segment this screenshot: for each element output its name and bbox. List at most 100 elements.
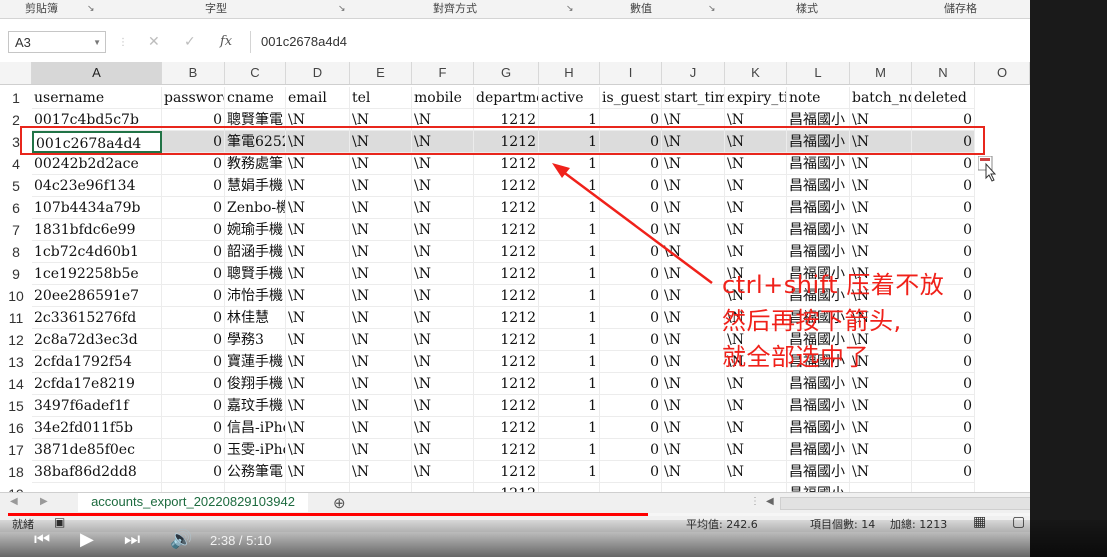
cell-j18[interactable]: \N [662, 461, 725, 483]
cell-i3[interactable]: 0 [600, 131, 662, 153]
cell-i2[interactable]: 0 [600, 109, 662, 131]
cell-f16[interactable]: \N [412, 417, 474, 439]
cell-c14[interactable]: 俊翔手機 [225, 373, 286, 395]
column-header-o[interactable]: O [975, 62, 1030, 84]
cell-k8[interactable]: \N [725, 241, 787, 263]
cell-f15[interactable]: \N [412, 395, 474, 417]
cell-j16[interactable]: \N [662, 417, 725, 439]
cell-n4[interactable]: 0 [912, 153, 975, 175]
cell-d17[interactable]: \N [286, 439, 350, 461]
cell-h13[interactable]: 1 [539, 351, 600, 373]
cell-b16[interactable]: 0 [162, 417, 225, 439]
row-header[interactable]: 10 [0, 285, 32, 307]
cell-k18[interactable]: \N [725, 461, 787, 483]
cell-g5[interactable]: 1212 [474, 175, 539, 197]
cell-a16[interactable]: 34e2fd011f5b [32, 417, 162, 439]
cell-k5[interactable]: \N [725, 175, 787, 197]
cell-i9[interactable]: 0 [600, 263, 662, 285]
cell-a18[interactable]: 38baf86d2dd8 [32, 461, 162, 483]
cell-k6[interactable]: \N [725, 197, 787, 219]
more-options-icon[interactable]: ⋮ [118, 37, 128, 48]
cell-k19[interactable] [725, 483, 787, 492]
cell-h1[interactable]: active [539, 87, 600, 109]
cell-e12[interactable]: \N [350, 329, 412, 351]
cell-b5[interactable]: 0 [162, 175, 225, 197]
dialog-launcher-icon[interactable]: ↘ [566, 2, 574, 16]
cell-e10[interactable]: \N [350, 285, 412, 307]
cell-m17[interactable]: \N [850, 439, 912, 461]
cell-d3[interactable]: \N [286, 131, 350, 153]
cell-g12[interactable]: 1212 [474, 329, 539, 351]
cell-n3[interactable]: 0 [912, 131, 975, 153]
cell-d10[interactable]: \N [286, 285, 350, 307]
cell-c18[interactable]: 公務筆電 [225, 461, 286, 483]
cell-a6[interactable]: 107b4434a79b [32, 197, 162, 219]
column-header-l[interactable]: L [787, 62, 850, 84]
cell-d18[interactable]: \N [286, 461, 350, 483]
cell-j13[interactable]: \N [662, 351, 725, 373]
cell-d1[interactable]: email [286, 87, 350, 109]
prev-sheet-icon[interactable]: ◀ [10, 496, 18, 507]
previous-icon[interactable]: ⏮ [34, 529, 50, 550]
cell-b9[interactable]: 0 [162, 263, 225, 285]
play-icon[interactable]: ▶ [80, 529, 94, 550]
column-header-k[interactable]: K [725, 62, 787, 84]
cell-j9[interactable]: \N [662, 263, 725, 285]
cell-k1[interactable]: expiry_tin [725, 87, 787, 109]
cell-m8[interactable]: \N [850, 241, 912, 263]
add-sheet-icon[interactable]: ⊕ [333, 494, 346, 512]
cell-f17[interactable]: \N [412, 439, 474, 461]
row-header[interactable]: 6 [0, 197, 32, 219]
cell-b10[interactable]: 0 [162, 285, 225, 307]
cell-f7[interactable]: \N [412, 219, 474, 241]
next-icon[interactable]: ⏭ [124, 529, 140, 550]
column-header-d[interactable]: D [286, 62, 350, 84]
cell-f14[interactable]: \N [412, 373, 474, 395]
cell-l16[interactable]: 昌福國小 [787, 417, 850, 439]
cell-h8[interactable]: 1 [539, 241, 600, 263]
cell-g15[interactable]: 1212 [474, 395, 539, 417]
cell-i17[interactable]: 0 [600, 439, 662, 461]
row-header[interactable]: 15 [0, 395, 32, 417]
cell-n18[interactable]: 0 [912, 461, 975, 483]
cell-g19[interactable]: 1212 [474, 483, 539, 492]
cell-a9[interactable]: 1ce192258b5e [32, 263, 162, 285]
cell-n15[interactable]: 0 [912, 395, 975, 417]
column-header-g[interactable]: G [474, 62, 539, 84]
row-header[interactable]: 19 [0, 483, 32, 492]
cell-f1[interactable]: mobile [412, 87, 474, 109]
cell-l4[interactable]: 昌福國小 [787, 153, 850, 175]
cell-l5[interactable]: 昌福國小 [787, 175, 850, 197]
cell-k17[interactable]: \N [725, 439, 787, 461]
cell-m16[interactable]: \N [850, 417, 912, 439]
cell-c16[interactable]: 信昌-iPhc [225, 417, 286, 439]
cell-h19[interactable] [539, 483, 600, 492]
cell-f5[interactable]: \N [412, 175, 474, 197]
cell-i6[interactable]: 0 [600, 197, 662, 219]
cell-f6[interactable]: \N [412, 197, 474, 219]
cell-m2[interactable]: \N [850, 109, 912, 131]
cell-e13[interactable]: \N [350, 351, 412, 373]
cell-b3[interactable]: 0 [162, 131, 225, 153]
cell-h2[interactable]: 1 [539, 109, 600, 131]
cell-d7[interactable]: \N [286, 219, 350, 241]
cell-m1[interactable]: batch_no [850, 87, 912, 109]
cell-i18[interactable]: 0 [600, 461, 662, 483]
enter-icon[interactable]: ✓ [184, 34, 196, 50]
cell-d2[interactable]: \N [286, 109, 350, 131]
cell-a1[interactable]: username [32, 87, 162, 109]
cell-k2[interactable]: \N [725, 109, 787, 131]
cell-i7[interactable]: 0 [600, 219, 662, 241]
cell-e14[interactable]: \N [350, 373, 412, 395]
cell-e1[interactable]: tel [350, 87, 412, 109]
cell-h10[interactable]: 1 [539, 285, 600, 307]
cell-e17[interactable]: \N [350, 439, 412, 461]
cell-h6[interactable]: 1 [539, 197, 600, 219]
row-header[interactable]: 4 [0, 153, 32, 175]
cell-m18[interactable]: \N [850, 461, 912, 483]
cell-i11[interactable]: 0 [600, 307, 662, 329]
cell-k4[interactable]: \N [725, 153, 787, 175]
cell-c10[interactable]: 沛怡手機 [225, 285, 286, 307]
cell-g18[interactable]: 1212 [474, 461, 539, 483]
cell-j12[interactable]: \N [662, 329, 725, 351]
